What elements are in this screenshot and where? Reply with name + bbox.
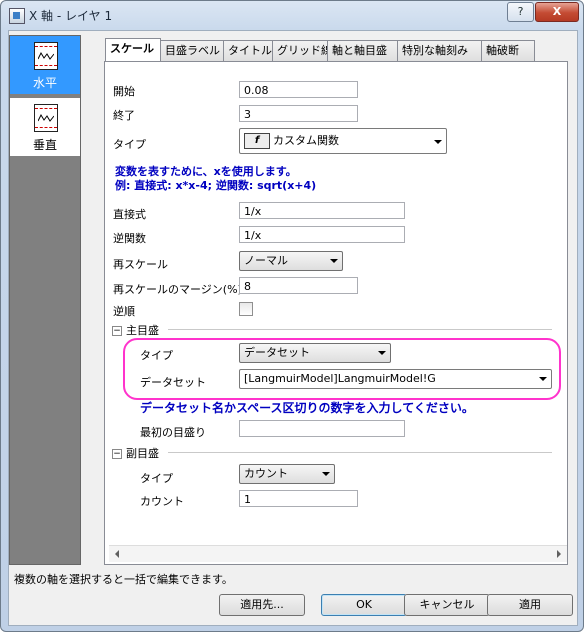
app-icon <box>9 8 25 24</box>
title-bar[interactable]: X 軸 - レイヤ 1 ? X <box>1 1 583 29</box>
rescale-margin-input[interactable]: 8 <box>239 277 358 294</box>
rescale-value: ノーマル <box>244 254 288 267</box>
start-input[interactable]: 0.08 <box>239 81 358 98</box>
ok-button[interactable]: OK <box>321 594 407 616</box>
group-divider <box>168 452 552 453</box>
horizontal-axis-icon <box>34 42 58 70</box>
chevron-down-icon <box>322 472 330 476</box>
example-hint: 例: 直接式: x*x-4; 逆関数: sqrt(x+4) <box>115 179 317 192</box>
end-input[interactable]: 3 <box>239 105 358 122</box>
major-ticks-group-label: 主目盛 <box>126 324 159 337</box>
minor-ticks-group-label: 副目盛 <box>126 447 159 460</box>
minor-type-value: カウント <box>244 467 288 480</box>
minor-count-input[interactable]: 1 <box>239 490 358 507</box>
axis-item-horizontal[interactable]: 水平 <box>10 36 80 94</box>
scale-type-value: カスタム関数 <box>273 134 339 147</box>
direct-formula-label: 直接式 <box>113 208 146 221</box>
first-tick-label: 最初の目盛り <box>140 426 206 439</box>
inverse-formula-input[interactable]: 1/x <box>239 226 405 243</box>
apply-button[interactable]: 適用 <box>487 594 573 616</box>
minor-ticks-group[interactable]: − 副目盛 <box>112 445 159 461</box>
rescale-margin-label: 再スケールのマージン(%) <box>113 283 242 296</box>
axis-item-label: 水平 <box>32 76 57 90</box>
tab-grid-lines[interactable]: グリッド線 <box>272 40 332 61</box>
scale-type-select[interactable]: f カスタム関数 <box>239 128 447 154</box>
scroll-left-icon[interactable] <box>115 550 119 558</box>
major-ticks-group[interactable]: − 主目盛 <box>112 322 159 338</box>
inverse-formula-label: 逆関数 <box>113 232 146 245</box>
vertical-axis-icon <box>34 104 58 132</box>
start-label: 開始 <box>113 85 135 98</box>
horizontal-scrollbar[interactable] <box>109 545 567 562</box>
apply-to-button[interactable]: 適用先... <box>219 594 305 616</box>
group-divider <box>168 329 552 330</box>
tab-special-ticks[interactable]: 特別な軸刻み <box>397 40 483 61</box>
minor-type-label: タイプ <box>140 472 173 485</box>
reverse-checkbox[interactable] <box>239 302 253 316</box>
tab-axis-break[interactable]: 軸破断 <box>481 40 535 61</box>
tab-tick-labels[interactable]: 目盛ラベル <box>160 40 224 61</box>
end-label: 終了 <box>113 109 135 122</box>
tab-axis-and-ticks[interactable]: 軸と軸目盛 <box>327 40 399 61</box>
rescale-select[interactable]: ノーマル <box>239 251 343 271</box>
scale-type-label: タイプ <box>113 138 146 151</box>
first-tick-input[interactable] <box>239 420 405 437</box>
help-button[interactable]: ? <box>507 2 534 22</box>
status-text: 複数の軸を選択すると一括で編集できます。 <box>14 573 233 586</box>
window-title: X 軸 - レイヤ 1 <box>29 9 113 23</box>
highlight-annotation <box>123 338 561 400</box>
minor-count-label: カウント <box>140 495 184 508</box>
reverse-label: 逆順 <box>113 305 135 318</box>
cancel-button[interactable]: キャンセル <box>404 594 490 616</box>
collapse-icon[interactable]: − <box>112 449 122 459</box>
close-button[interactable]: X <box>535 2 579 22</box>
minor-type-select[interactable]: カウント <box>239 464 335 484</box>
tab-title[interactable]: タイトル <box>223 40 275 61</box>
tab-scale[interactable]: スケール <box>105 38 161 62</box>
axis-selector-panel: 水平 垂直 <box>9 35 81 565</box>
rescale-label: 再スケール <box>113 258 168 271</box>
function-icon: f <box>244 133 270 149</box>
dataset-hint: データセット名かスペース区切りの数字を入力してください。 <box>140 401 474 415</box>
axis-item-vertical[interactable]: 垂直 <box>10 98 80 156</box>
scroll-right-icon[interactable] <box>557 550 561 558</box>
axis-item-label: 垂直 <box>32 138 57 152</box>
chevron-down-icon <box>330 259 338 263</box>
direct-formula-input[interactable]: 1/x <box>239 202 405 219</box>
chevron-down-icon <box>434 140 442 144</box>
collapse-icon[interactable]: − <box>112 326 122 336</box>
